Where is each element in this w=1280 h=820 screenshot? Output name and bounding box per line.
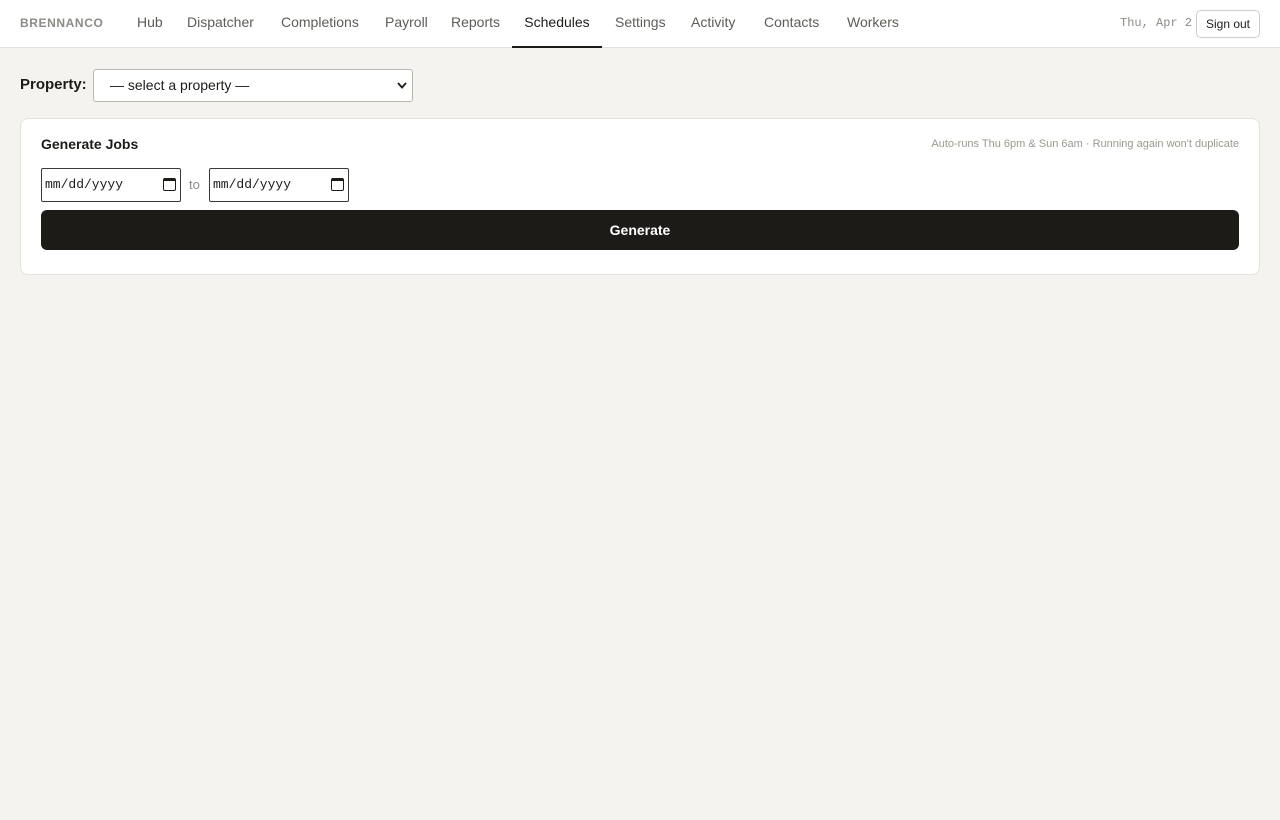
generate-button[interactable]: Generate: [41, 210, 1239, 250]
tab-payroll[interactable]: Payroll: [372, 0, 441, 48]
tab-workers[interactable]: Workers: [834, 0, 912, 48]
start-date-input[interactable]: mm/dd/yyyy: [41, 168, 181, 202]
sign-out-button[interactable]: Sign out: [1196, 10, 1260, 38]
auto-run-note: Auto-runs Thu 6pm & Sun 6am · Running ag…: [931, 138, 1239, 150]
current-date: Thu, Apr 2: [1120, 16, 1193, 30]
chevron-down-icon: [396, 70, 408, 114]
tab-schedules[interactable]: Schedules: [512, 0, 602, 48]
top-navigation-bar: BRENNANCO Hub Dispatcher Completions Pay…: [0, 0, 1280, 48]
property-select[interactable]: — select a property —: [93, 69, 413, 102]
tab-activity[interactable]: Activity: [678, 0, 748, 48]
brand-logo: BRENNANCO: [20, 16, 104, 30]
calendar-icon[interactable]: [163, 178, 176, 191]
tab-dispatcher[interactable]: Dispatcher: [174, 0, 267, 48]
tab-settings[interactable]: Settings: [602, 0, 679, 48]
end-date-placeholder: mm/dd/yyyy: [213, 177, 292, 192]
property-select-value: — select a property —: [110, 77, 250, 93]
generate-jobs-card: Generate Jobs Auto-runs Thu 6pm & Sun 6a…: [20, 118, 1260, 275]
tab-contacts[interactable]: Contacts: [751, 0, 832, 48]
start-date-placeholder: mm/dd/yyyy: [45, 177, 124, 192]
card-title: Generate Jobs: [41, 136, 139, 152]
tab-completions[interactable]: Completions: [268, 0, 372, 48]
tab-hub[interactable]: Hub: [124, 0, 176, 48]
property-label: Property:: [20, 76, 87, 93]
tab-reports[interactable]: Reports: [438, 0, 513, 48]
date-range-separator: to: [189, 177, 200, 192]
calendar-icon[interactable]: [331, 178, 344, 191]
end-date-input[interactable]: mm/dd/yyyy: [209, 168, 349, 202]
